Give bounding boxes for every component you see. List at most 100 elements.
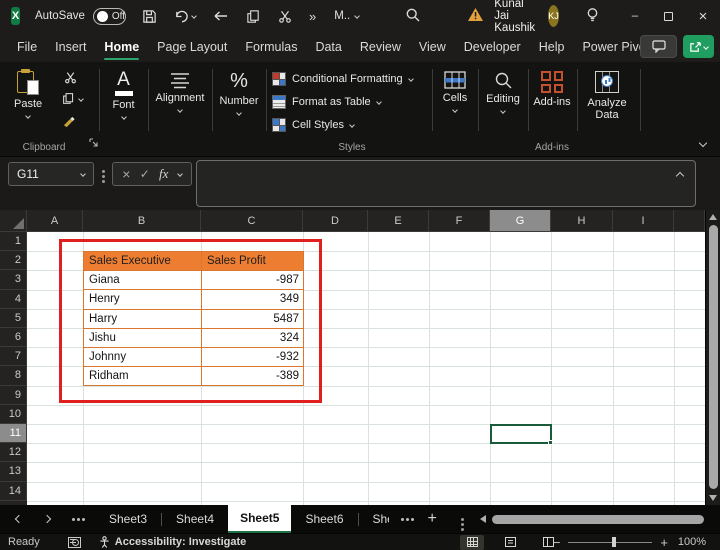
- more-menu-button[interactable]: M..: [334, 10, 359, 22]
- column-header-C[interactable]: C: [201, 210, 303, 232]
- clipboard-dialog-launcher-icon[interactable]: [89, 134, 98, 152]
- fill-handle[interactable]: [548, 440, 553, 445]
- addins-button[interactable]: Add-ins: [529, 71, 575, 108]
- formula-input[interactable]: [196, 160, 696, 207]
- number-group-button[interactable]: % Number: [213, 70, 265, 115]
- zoom-out-button[interactable]: −: [553, 535, 561, 550]
- copy-icon[interactable]: [246, 9, 261, 24]
- column-header-F[interactable]: F: [429, 210, 490, 232]
- excel-app-icon[interactable]: X: [11, 7, 20, 25]
- format-as-table-button[interactable]: Format as Table: [272, 91, 381, 113]
- user-avatar[interactable]: KJ: [548, 5, 559, 27]
- column-header-G[interactable]: G: [490, 210, 551, 232]
- search-icon[interactable]: [405, 7, 421, 26]
- sheet-tab-sheet4[interactable]: Sheet4: [162, 505, 228, 533]
- row-header-5[interactable]: 5: [0, 309, 27, 328]
- more-sheets-icon[interactable]: [401, 518, 404, 521]
- qat-overflow-button[interactable]: »: [309, 9, 316, 24]
- undo-dropdown-icon[interactable]: [191, 13, 197, 19]
- share-button[interactable]: [683, 35, 714, 58]
- page-layout-view-button[interactable]: [498, 535, 522, 550]
- column-header-E[interactable]: E: [368, 210, 429, 232]
- tab-insert[interactable]: Insert: [46, 32, 95, 62]
- column-header-I[interactable]: I: [613, 210, 674, 232]
- tab-developer[interactable]: Developer: [455, 32, 530, 62]
- row-header-9[interactable]: 9: [0, 386, 27, 405]
- previous-sheet-icon[interactable]: [15, 515, 23, 523]
- row-header-3[interactable]: 3: [0, 270, 27, 289]
- lightbulb-icon[interactable]: [585, 7, 600, 26]
- horizontal-scrollbar[interactable]: [480, 514, 720, 524]
- cut-button[interactable]: [64, 71, 77, 89]
- sheet-tab-sheet3[interactable]: Sheet3: [95, 505, 161, 533]
- collapse-formula-bar-icon[interactable]: [676, 172, 684, 180]
- horizontal-scroll-track[interactable]: [492, 514, 714, 524]
- tab-review[interactable]: Review: [351, 32, 410, 62]
- row-header-12[interactable]: 12: [0, 443, 27, 462]
- tab-page-layout[interactable]: Page Layout: [148, 32, 236, 62]
- insert-function-icon[interactable]: fx: [159, 166, 168, 182]
- sheet-tab-sheet6[interactable]: Sheet6: [291, 505, 357, 533]
- alignment-group-button[interactable]: Alignment: [149, 72, 211, 112]
- row-header-13[interactable]: 13: [0, 462, 27, 481]
- sheet-tab-truncated[interactable]: She: [359, 505, 389, 533]
- worksheet-grid[interactable]: ABCDEFGHI 1234567891011121314 Sales Exec…: [0, 210, 705, 505]
- collapse-ribbon-icon[interactable]: [699, 139, 707, 147]
- minimize-button[interactable]: –: [618, 0, 652, 32]
- analyze-data-button[interactable]: Analyze Data: [578, 71, 636, 121]
- cells-group-button[interactable]: Cells: [433, 71, 477, 112]
- warning-icon[interactable]: [467, 7, 484, 25]
- column-header-H[interactable]: H: [551, 210, 613, 232]
- row-header-11[interactable]: 11: [0, 424, 27, 443]
- column-header-D[interactable]: D: [303, 210, 368, 232]
- zoom-level[interactable]: 100%: [668, 536, 706, 548]
- name-box[interactable]: G11: [8, 162, 94, 186]
- scroll-left-icon[interactable]: [480, 515, 486, 523]
- vertical-scrollbar[interactable]: [705, 210, 720, 505]
- formula-bar-dots-icon[interactable]: [102, 170, 105, 173]
- horizontal-scroll-thumb[interactable]: [492, 515, 704, 524]
- tab-view[interactable]: View: [410, 32, 455, 62]
- row-header-10[interactable]: 10: [0, 405, 27, 424]
- zoom-in-button[interactable]: +: [660, 535, 668, 550]
- paste-button[interactable]: Paste: [14, 69, 42, 118]
- tab-data[interactable]: Data: [306, 32, 350, 62]
- macro-record-icon[interactable]: [68, 537, 81, 548]
- row-header-4[interactable]: 4: [0, 290, 27, 309]
- comments-button[interactable]: [640, 35, 677, 58]
- save-icon[interactable]: [142, 9, 157, 24]
- cut-icon[interactable]: [278, 9, 292, 24]
- fx-dropdown-icon[interactable]: [177, 171, 183, 177]
- row-header-8[interactable]: 8: [0, 366, 27, 385]
- tab-file[interactable]: File: [8, 32, 46, 62]
- tab-formulas[interactable]: Formulas: [236, 32, 306, 62]
- autosave-toggle[interactable]: Off: [93, 8, 126, 25]
- editing-group-button[interactable]: Editing: [479, 71, 527, 113]
- close-button[interactable]: ×: [686, 0, 720, 32]
- zoom-slider-thumb[interactable]: [612, 537, 616, 547]
- column-header-B[interactable]: B: [83, 210, 201, 232]
- user-name[interactable]: Kunal Jai Kaushik: [494, 0, 540, 34]
- row-header-1[interactable]: 1: [0, 232, 27, 251]
- maximize-button[interactable]: [652, 0, 686, 32]
- cancel-icon[interactable]: ×: [122, 167, 130, 181]
- sheet-tab-sheet5-active[interactable]: Sheet5: [228, 505, 291, 533]
- zoom-slider[interactable]: [568, 542, 652, 543]
- row-header-2[interactable]: 2: [0, 251, 27, 270]
- scroll-up-icon[interactable]: [709, 214, 717, 220]
- new-sheet-button[interactable]: +: [428, 511, 437, 527]
- sheet-options-icon[interactable]: [461, 518, 464, 521]
- select-all-corner[interactable]: [0, 210, 27, 232]
- copy-dropdown-icon[interactable]: [78, 96, 84, 102]
- cell-styles-button[interactable]: Cell Styles: [272, 114, 354, 136]
- active-cell-G11[interactable]: [490, 424, 552, 444]
- paste-dropdown-icon[interactable]: [25, 113, 31, 119]
- normal-view-button[interactable]: [460, 535, 484, 550]
- undo-button[interactable]: [174, 9, 196, 24]
- copy-button[interactable]: [62, 92, 83, 105]
- column-header-partial[interactable]: [674, 210, 705, 232]
- name-box-dropdown-icon[interactable]: [80, 171, 86, 177]
- font-group-button[interactable]: A Font: [100, 70, 147, 119]
- back-arrow-icon[interactable]: [213, 9, 229, 23]
- next-sheet-icon[interactable]: [43, 515, 51, 523]
